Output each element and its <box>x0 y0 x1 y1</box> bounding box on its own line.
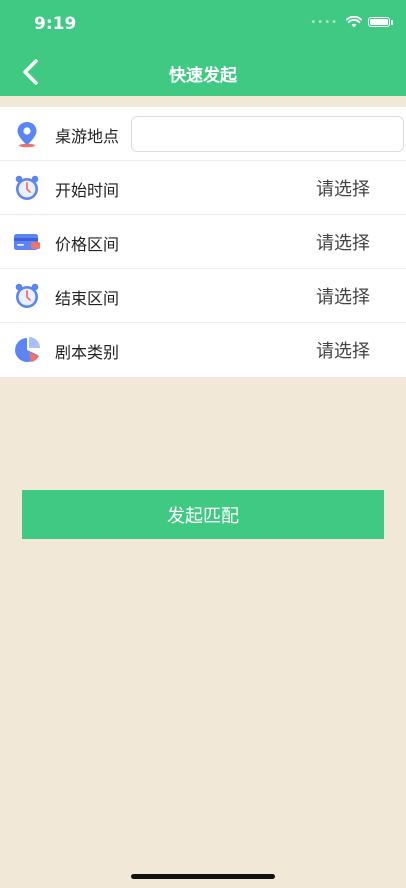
row-label: 桌游地点 <box>55 127 120 146</box>
row-location: 桌游地点 <box>0 107 406 161</box>
battery-icon <box>368 17 393 27</box>
location-pin-icon <box>17 122 37 148</box>
end-range-select[interactable]: 请选择 <box>316 283 370 309</box>
script-category-select[interactable]: 请选择 <box>316 337 370 363</box>
credit-card-icon <box>14 234 40 250</box>
status-time: 9:19 <box>34 14 77 34</box>
row-price-range[interactable]: 价格区间 请选择 <box>0 215 406 269</box>
form-list: 桌游地点 开始时间 请选择 价格区间 请选择 结束区间 请选择 剧本类别 请选择 <box>0 107 406 377</box>
header-bar: 9:19 •••• 快速发起 <box>0 0 406 96</box>
location-input[interactable] <box>131 116 404 152</box>
alarm-clock-icon <box>15 283 39 308</box>
home-indicator <box>131 874 275 879</box>
pie-chart-icon <box>15 337 40 362</box>
wifi-icon <box>346 16 362 28</box>
status-icons: •••• <box>310 16 393 28</box>
start-time-select[interactable]: 请选择 <box>316 175 370 201</box>
price-range-select[interactable]: 请选择 <box>316 229 370 255</box>
row-end-range[interactable]: 结束区间 请选择 <box>0 269 406 323</box>
row-label: 剧本类别 <box>55 343 120 362</box>
row-start-time[interactable]: 开始时间 请选择 <box>0 161 406 215</box>
row-label: 价格区间 <box>55 235 120 254</box>
page-title: 快速发起 <box>169 66 237 86</box>
signal-dots-icon: •••• <box>310 16 338 28</box>
row-label: 结束区间 <box>55 289 120 308</box>
start-match-button[interactable]: 发起匹配 <box>22 490 384 539</box>
row-label: 开始时间 <box>55 181 120 200</box>
alarm-clock-icon <box>15 175 39 200</box>
row-script-category[interactable]: 剧本类别 请选择 <box>0 323 406 377</box>
